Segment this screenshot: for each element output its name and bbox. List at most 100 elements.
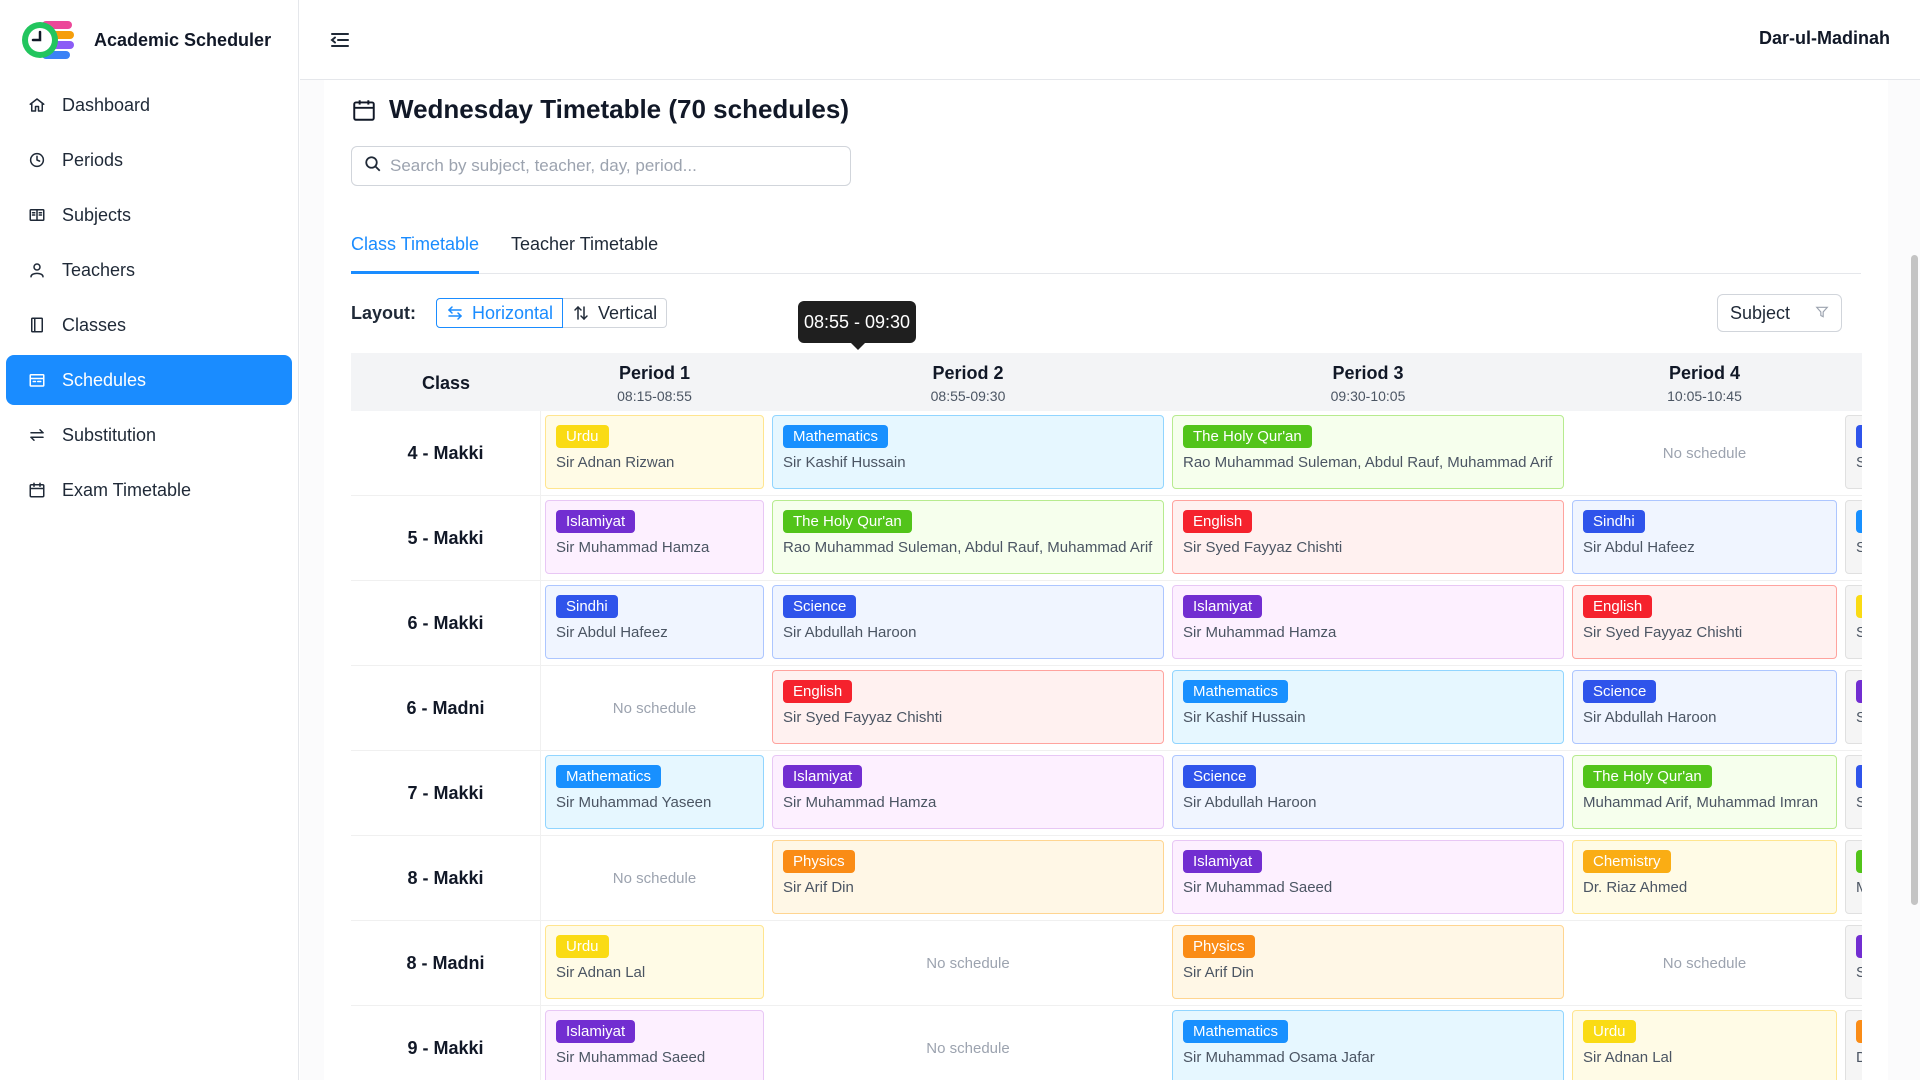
subject-tag: S — [1856, 765, 1862, 788]
schedule-slot[interactable]: Physics Sir Arif Din — [772, 840, 1164, 914]
teacher-name: Sir Kashif Hussain — [783, 454, 906, 471]
subject-tag: C — [1856, 1020, 1862, 1043]
schedule-slot[interactable]: I Si — [1845, 925, 1862, 999]
schedule-slot[interactable]: C Dr — [1845, 1010, 1862, 1080]
schedule-slot[interactable]: Sindhi Sir Abdul Hafeez — [545, 585, 764, 659]
teacher-name: Si — [1856, 709, 1862, 726]
schedule-slot[interactable]: Islamiyat Sir Muhammad Saeed — [1172, 840, 1564, 914]
teacher-name: Sir Muhammad Hamza — [783, 794, 937, 811]
table-row: 7 - Makki Mathematics Sir Muhammad Yaseen I… — [351, 751, 1862, 836]
schedule-slot[interactable]: The Holy Qur'an Muhammad Arif, Muhammad I… — [1572, 755, 1837, 829]
layout-label: Layout: — [351, 302, 416, 323]
schedule-slot[interactable]: Science Sir Abdullah Haroon — [1572, 670, 1837, 744]
empty-slot: No schedule — [926, 955, 1010, 972]
search-box[interactable] — [351, 146, 851, 186]
schedule-slot[interactable]: Sindhi Sir Abdul Hafeez — [1572, 500, 1837, 574]
schedule-slot[interactable]: Science Sir Abdullah Haroon — [1172, 755, 1564, 829]
schedule-slot[interactable]: Mathematics Sir Kashif Hussain — [1172, 670, 1564, 744]
empty-slot: No schedule — [926, 1040, 1010, 1057]
subject-tag: The Holy Qur'an — [1183, 425, 1312, 448]
teacher-name: Sir Adnan Lal — [556, 964, 646, 981]
column-header-period-2[interactable]: Period 2 08:55-09:30 — [768, 353, 1168, 411]
schedule-slot[interactable]: Islamiyat Sir Muhammad Hamza — [1172, 585, 1564, 659]
schedule-slot[interactable]: Islamiyat Sir Muhammad Hamza — [772, 755, 1164, 829]
subject-filter-select[interactable]: Subject — [1717, 294, 1842, 332]
schedule-slot[interactable]: English Sir Syed Fayyaz Chishti — [1172, 500, 1564, 574]
subject-tag: Mathematics — [783, 425, 889, 448]
sidebar-item-teachers[interactable]: Teachers — [6, 245, 292, 295]
scrollbar-thumb[interactable] — [1911, 255, 1918, 905]
schedule-slot[interactable]: The Holy Qur'an Rao Muhammad Suleman, Abd… — [1172, 415, 1564, 489]
timetable-header: Class Period 1 08:15-08:55 Period 2 08:55-09… — [351, 353, 1862, 411]
class-name-cell: 4 - Makki — [351, 411, 541, 496]
sidebar-item-exam-timetable[interactable]: Exam Timetable — [6, 465, 292, 515]
period-name: Period 1 — [618, 363, 691, 383]
schedule-slot[interactable]: English Sir Syed Fayyaz Chishti — [1572, 585, 1837, 659]
tab-class-timetable[interactable]: Class Timetable — [351, 228, 480, 274]
schedule-slot[interactable]: Mathematics Sir Muhammad Osama Jafar — [1172, 1010, 1564, 1080]
schedule-slot[interactable]: Urdu Sir Adnan Lal — [545, 925, 764, 999]
sidebar-item-periods[interactable]: Periods — [6, 135, 292, 185]
page-scrollbar[interactable] — [1908, 80, 1920, 1080]
column-header-period-3[interactable]: Period 3 09:30-10:05 — [1168, 353, 1568, 411]
schedule-slot[interactable]: Urdu Sir Adnan Rizwan — [545, 415, 764, 489]
schedule-slot[interactable]: Physics Sir Arif Din — [1172, 925, 1564, 999]
schedule-slot[interactable]: Chemistry Dr. Riaz Ahmed — [1572, 840, 1837, 914]
schedule-slot[interactable]: Mathematics Sir Muhammad Yaseen — [545, 755, 764, 829]
organization-name[interactable]: Dar-ul-Madinah — [1759, 28, 1890, 49]
schedule-slot[interactable]: TM — [1845, 840, 1862, 914]
column-header-period-1[interactable]: Period 1 08:15-08:55 — [541, 353, 768, 411]
empty-slot: No schedule — [1662, 445, 1747, 462]
tab-teacher-timetable[interactable]: Teacher Timetable — [511, 228, 658, 274]
column-header-period-4[interactable]: Period 4 10:05-10:45 — [1568, 353, 1841, 411]
schedule-slot[interactable]: English Sir Syed Fayyaz Chishti — [772, 670, 1164, 744]
schedule-slot[interactable]: M Si — [1845, 500, 1862, 574]
teacher-name: Sir Adnan Rizwan — [556, 454, 675, 471]
swap-vertical-icon — [572, 304, 590, 322]
schedule-slot[interactable]: Urdu Sir Adnan Lal — [1572, 1010, 1837, 1080]
class-name-cell: 8 - Makki — [351, 836, 541, 921]
schedule-slot[interactable]: The Holy Qur'an Rao Muhammad Suleman, Abd… — [772, 500, 1164, 574]
sidebar-item-subjects[interactable]: Subjects — [6, 190, 292, 240]
teacher-name: Si — [1856, 624, 1862, 641]
layout-vertical-label: Vertical — [598, 302, 658, 323]
column-header-label: Class — [421, 373, 471, 393]
clock-icon — [26, 149, 48, 171]
layout-horizontal-button[interactable]: Horizontal — [436, 298, 564, 328]
sidebar-item-label: Exam Timetable — [62, 479, 192, 500]
teacher-name: Si — [1856, 454, 1862, 471]
sidebar-item-label: Substitution — [62, 424, 157, 445]
schedule-slot[interactable]: Science Sir Abdullah Haroon — [772, 585, 1164, 659]
timetable-card: Wednesday Timetable (70 schedules) Class… — [324, 80, 1888, 1080]
search-input[interactable] — [390, 156, 830, 176]
schedule-slot[interactable]: Islamiyat Sir Muhammad Saeed — [545, 1010, 764, 1080]
class-name-cell: 7 - Makki — [351, 751, 541, 836]
subject-tag: Islamiyat — [556, 1020, 636, 1043]
sidebar: Academic Scheduler Dashboard Periods Subje… — [0, 0, 299, 1080]
schedule-slot[interactable]: I Si — [1845, 670, 1862, 744]
timetable-grid: Class Period 1 08:15-08:55 Period 2 08:55-09… — [351, 353, 1862, 1080]
schedule-slot[interactable]: Mathematics Sir Kashif Hussain — [772, 415, 1164, 489]
subject-tag: Science — [783, 595, 857, 618]
sidebar-item-dashboard[interactable]: Dashboard — [6, 80, 292, 130]
teacher-name: Sir Muhammad Saeed — [1183, 879, 1333, 896]
schedule-slot[interactable]: Islamiyat Sir Muhammad Hamza — [545, 500, 764, 574]
teacher-name: Sir Muhammad Yaseen — [556, 794, 712, 811]
sidebar-item-label: Classes — [62, 314, 127, 335]
period-name: Period 2 — [932, 363, 1004, 383]
teacher-name: Sir Muhammad Hamza — [556, 539, 710, 556]
teacher-name: Sir Syed Fayyaz Chishti — [783, 709, 943, 726]
menu-fold-icon[interactable] — [328, 28, 352, 52]
teacher-name: Dr — [1856, 1049, 1862, 1066]
layout-vertical-button[interactable]: Vertical — [563, 298, 668, 328]
sidebar-item-substitution[interactable]: Substitution — [6, 410, 292, 460]
schedule-slot[interactable]: S Si — [1845, 755, 1862, 829]
sidebar-item-schedules[interactable]: Schedules — [6, 355, 292, 405]
sidebar-item-classes[interactable]: Classes — [6, 300, 292, 350]
schedule-slot[interactable]: U Si — [1845, 585, 1862, 659]
teacher-name: Rao Muhammad Suleman, Abdul Rauf, Muhamm… — [1183, 454, 1553, 471]
subject-filter-label: Subject — [1730, 302, 1791, 323]
search-icon — [364, 155, 382, 178]
filter-icon — [1815, 303, 1829, 324]
schedule-slot[interactable]: S Si — [1845, 415, 1862, 489]
